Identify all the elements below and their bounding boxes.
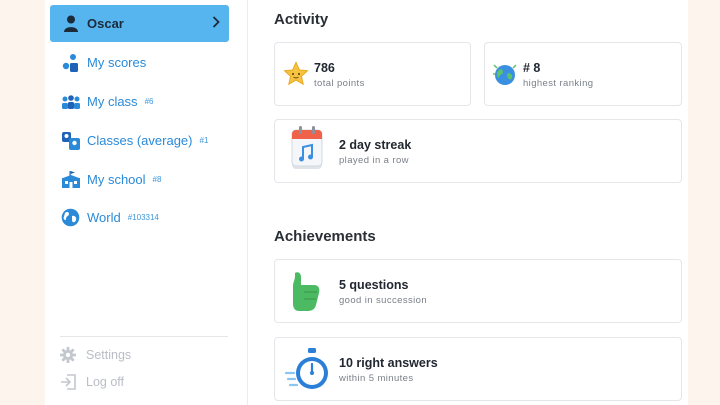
sidebar-item-label: My school	[87, 172, 146, 187]
gear-icon	[59, 346, 77, 364]
thumbs-up-icon	[290, 270, 322, 317]
settings-label: Settings	[86, 348, 132, 362]
app-frame: Oscar My scores My class #6 Classes (ave…	[45, 0, 688, 405]
sidebar-item-world[interactable]: World #103314	[50, 199, 229, 236]
highest-ranking-caption: highest ranking	[523, 78, 594, 89]
sidebar-divider	[60, 336, 228, 337]
questions-card: 5 questions good in succession	[274, 259, 682, 323]
scores-icon	[60, 52, 81, 73]
earth-icon	[491, 60, 519, 93]
streak-card: 2 day streak played in a row	[274, 119, 682, 183]
rank-badge: #103314	[127, 213, 159, 222]
streak-value: 2 day streak	[339, 138, 412, 152]
star-icon	[283, 61, 309, 92]
total-points-caption: total points	[314, 78, 365, 89]
class-icon	[60, 91, 81, 112]
rank-badge: #8	[152, 175, 162, 184]
user-icon	[60, 13, 81, 34]
sidebar: Oscar My scores My class #6 Classes (ave…	[45, 0, 248, 405]
school-icon	[60, 169, 81, 190]
right-answers-caption: within 5 minutes	[339, 373, 414, 384]
questions-caption: good in succession	[339, 295, 428, 306]
main-content: Activity 786 total points # 8 highest ra…	[274, 0, 682, 405]
sidebar-item-label: Oscar	[87, 16, 124, 31]
sidebar-item-label: My scores	[87, 55, 147, 70]
highest-ranking-value: # 8	[523, 61, 541, 75]
sidebar-item-classes-average[interactable]: Classes (average) #1	[50, 122, 229, 159]
classes-average-icon	[60, 130, 81, 151]
logout-icon	[59, 373, 77, 391]
sidebar-item-my-school[interactable]: My school #8	[50, 161, 229, 198]
achievements-heading: Achievements	[274, 228, 376, 245]
sidebar-item-label: My class	[87, 94, 138, 109]
stopwatch-icon	[284, 347, 330, 398]
streak-caption: played in a row	[339, 155, 409, 166]
total-points-card: 786 total points	[274, 42, 471, 106]
total-points-value: 786	[314, 61, 335, 75]
rank-badge: #6	[144, 97, 154, 106]
sidebar-item-profile[interactable]: Oscar	[50, 5, 229, 42]
sidebar-item-label: Classes (average)	[87, 133, 193, 148]
sidebar-item-my-scores[interactable]: My scores	[50, 44, 229, 81]
log-off-button[interactable]: Log off	[59, 373, 124, 391]
right-answers-value: 10 right answers	[339, 356, 438, 370]
calendar-icon	[290, 125, 324, 176]
activity-heading: Activity	[274, 11, 329, 28]
settings-button[interactable]: Settings	[59, 346, 131, 364]
sidebar-item-label: World	[87, 210, 121, 225]
chevron-right-icon	[212, 16, 220, 31]
questions-value: 5 questions	[339, 278, 409, 292]
right-answers-card: 10 right answers within 5 minutes	[274, 337, 682, 401]
rank-badge: #1	[199, 136, 209, 145]
highest-ranking-card: # 8 highest ranking	[484, 42, 682, 106]
globe-icon	[60, 207, 81, 228]
log-off-label: Log off	[86, 375, 125, 389]
sidebar-item-my-class[interactable]: My class #6	[50, 83, 229, 120]
